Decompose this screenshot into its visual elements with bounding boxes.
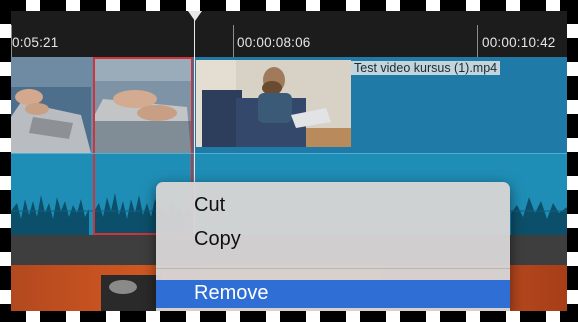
ruler-tick [477,25,478,57]
timecode-label: 00:00:08:06 [237,35,311,50]
track-divider [11,153,567,154]
timecode-label: 0:05:21 [12,35,59,50]
menu-separator [156,268,510,269]
clip-frame-image [95,59,191,153]
menu-item-label: Cut [194,194,226,216]
timeline-ruler[interactable]: 0:05:21 00:00:08:06 00:00:10:42 [11,11,567,57]
menu-item-cut[interactable]: Cut [156,192,510,220]
menu-item-copy[interactable]: Copy [156,226,510,254]
menu-item-remove[interactable]: Remove [156,280,510,308]
crop-border-bottom [0,311,578,322]
selected-video-clip[interactable] [93,57,193,153]
video-clip-thumbnail[interactable] [196,60,351,147]
crop-border-top [0,0,578,11]
video-track[interactable]: Test video kursus (1).mp4 [11,57,567,153]
menu-item-label: Remove [194,282,269,304]
menu-item-label: Copy [194,228,241,250]
timecode-label: 00:00:10:42 [482,35,556,50]
video-clip-thumbnail[interactable] [11,57,93,153]
playhead-handle[interactable] [188,11,202,21]
crop-border-left [0,0,11,322]
clip-frame-image [196,60,351,147]
clip-filename-label: Test video kursus (1).mp4 [351,61,501,75]
crop-border-right [567,0,578,322]
clip-frame-image [11,57,91,153]
context-menu: Cut Copy Remove [156,182,510,312]
ruler-tick [233,25,234,57]
